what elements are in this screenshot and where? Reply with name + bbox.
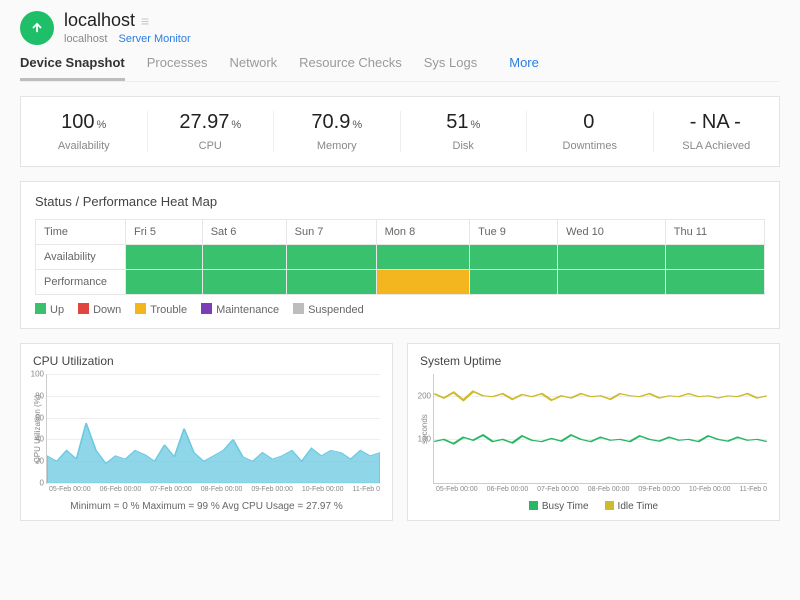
- heatmap-panel: Status / Performance Heat Map TimeFri 5S…: [20, 181, 780, 329]
- cpu-chart-xticks: 05-Feb 00:0006-Feb 00:0007-Feb 00:0008-F…: [49, 486, 380, 493]
- kpi-cpu: 27.97%CPU: [148, 111, 275, 152]
- menu-icon[interactable]: ≡: [141, 14, 149, 28]
- tab-resource-checks[interactable]: Resource Checks: [299, 55, 402, 81]
- tab-processes[interactable]: Processes: [147, 55, 208, 81]
- uptime-chart-card: System Uptime seconds 100200 05-Feb 00:0…: [407, 343, 780, 521]
- kpi-sla-achieved: - NA -SLA Achieved: [654, 111, 780, 152]
- tab-more[interactable]: More: [509, 55, 539, 81]
- heatmap-cell[interactable]: [377, 270, 470, 294]
- heatmap-title: Status / Performance Heat Map: [35, 194, 765, 209]
- heatmap-cell[interactable]: [470, 245, 557, 269]
- kpi-disk: 51%Disk: [401, 111, 528, 152]
- page-title: localhost: [64, 10, 135, 31]
- uptime-chart-legend: Busy TimeIdle Time: [420, 501, 767, 512]
- uptime-chart-title: System Uptime: [420, 354, 767, 368]
- cpu-chart-plot: 020406080100: [46, 374, 380, 484]
- uptime-chart-xticks: 05-Feb 00:0006-Feb 00:0007-Feb 00:0008-F…: [436, 486, 767, 493]
- kpi-downtimes: 0Downtimes: [527, 111, 654, 152]
- tab-network[interactable]: Network: [229, 55, 277, 81]
- heatmap-cell[interactable]: [558, 270, 665, 294]
- heatmap-cell[interactable]: [666, 245, 764, 269]
- breadcrumb-host: localhost: [64, 33, 107, 45]
- heatmap-cell[interactable]: [287, 270, 376, 294]
- breadcrumb: localhost Server Monitor: [64, 33, 191, 45]
- kpi-availability: 100%Availability: [21, 111, 148, 152]
- tabs: Device Snapshot Processes Network Resour…: [20, 55, 780, 82]
- heatmap-cell[interactable]: [126, 245, 202, 269]
- heatmap-cell[interactable]: [203, 245, 286, 269]
- tab-sys-logs[interactable]: Sys Logs: [424, 55, 477, 81]
- heatmap-cell[interactable]: [377, 245, 470, 269]
- heatmap-cell[interactable]: [126, 270, 202, 294]
- heatmap-cell[interactable]: [470, 270, 557, 294]
- uptime-chart-plot: 100200: [433, 374, 767, 484]
- kpi-card: 100%Availability27.97%CPU70.9%Memory51%D…: [20, 96, 780, 167]
- heatmap-legend: UpDownTroubleMaintenanceSuspended: [35, 303, 765, 316]
- heatmap-cell[interactable]: [666, 270, 764, 294]
- heatmap-cell[interactable]: [558, 245, 665, 269]
- heatmap-cell[interactable]: [287, 245, 376, 269]
- status-up-icon: [20, 11, 54, 45]
- cpu-chart-footer: Minimum = 0 % Maximum = 99 % Avg CPU Usa…: [33, 501, 380, 512]
- tab-device-snapshot[interactable]: Device Snapshot: [20, 55, 125, 81]
- heatmap-table: TimeFri 5Sat 6Sun 7Mon 8Tue 9Wed 10Thu 1…: [35, 219, 765, 295]
- breadcrumb-monitor-link[interactable]: Server Monitor: [118, 33, 190, 45]
- cpu-chart-title: CPU Utilization: [33, 354, 380, 368]
- heatmap-cell[interactable]: [203, 270, 286, 294]
- cpu-chart-card: CPU Utilization CPU Utilization (%) 0204…: [20, 343, 393, 521]
- kpi-memory: 70.9%Memory: [274, 111, 401, 152]
